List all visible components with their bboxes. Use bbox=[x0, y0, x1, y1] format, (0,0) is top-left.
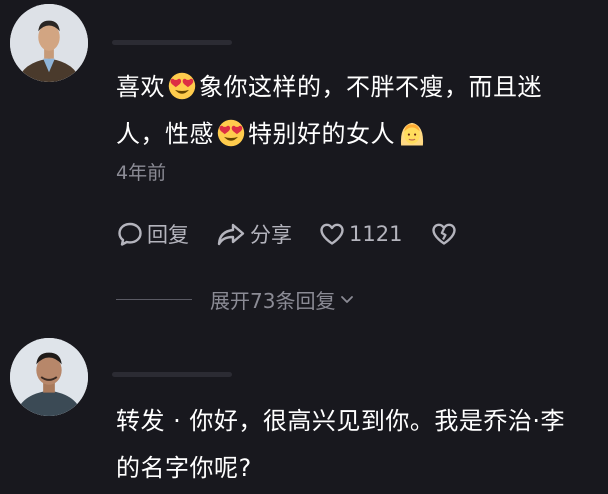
comment-text: 喜欢 象你这样的，不胖不瘦，而且迷人，性感 特别好的女人 bbox=[116, 64, 586, 158]
heart-eyes-emoji-icon bbox=[168, 72, 196, 100]
comment-text: 转发 · 你好，很高兴见到你。我是乔治·李的名字你呢? bbox=[116, 407, 566, 482]
share-label: 分享 bbox=[250, 223, 292, 247]
broken-heart-icon bbox=[432, 223, 457, 245]
chevron-down-icon bbox=[341, 296, 354, 303]
dislike-button[interactable] bbox=[430, 220, 458, 248]
share-arrow-icon bbox=[217, 223, 245, 246]
avatar[interactable] bbox=[10, 338, 88, 416]
comment-text-part: 喜欢 bbox=[116, 73, 165, 101]
expand-replies-button[interactable]: 展开73条回复 bbox=[116, 284, 355, 314]
divider-line bbox=[116, 298, 192, 300]
heart-outline-icon bbox=[320, 223, 344, 245]
username-redacted bbox=[112, 40, 232, 45]
comment-text-part: 特别好的女人 bbox=[248, 120, 395, 148]
share-button[interactable]: 分享 bbox=[215, 219, 292, 249]
reply-button[interactable]: 回复 bbox=[116, 219, 189, 249]
speech-bubble-icon bbox=[118, 222, 142, 246]
avatar[interactable] bbox=[10, 4, 88, 82]
comment-actions: 回复 分享 1121 bbox=[116, 216, 458, 252]
like-count: 1121 bbox=[349, 222, 403, 246]
like-button[interactable]: 1121 bbox=[318, 220, 402, 248]
reply-label: 回复 bbox=[147, 223, 189, 247]
expand-replies-label: 展开73条回复 bbox=[210, 288, 336, 313]
blonde-woman-emoji-icon bbox=[398, 119, 426, 147]
heart-eyes-emoji-icon bbox=[217, 119, 245, 147]
username-redacted bbox=[112, 372, 232, 377]
comment-timestamp: 4年前 bbox=[116, 162, 167, 184]
